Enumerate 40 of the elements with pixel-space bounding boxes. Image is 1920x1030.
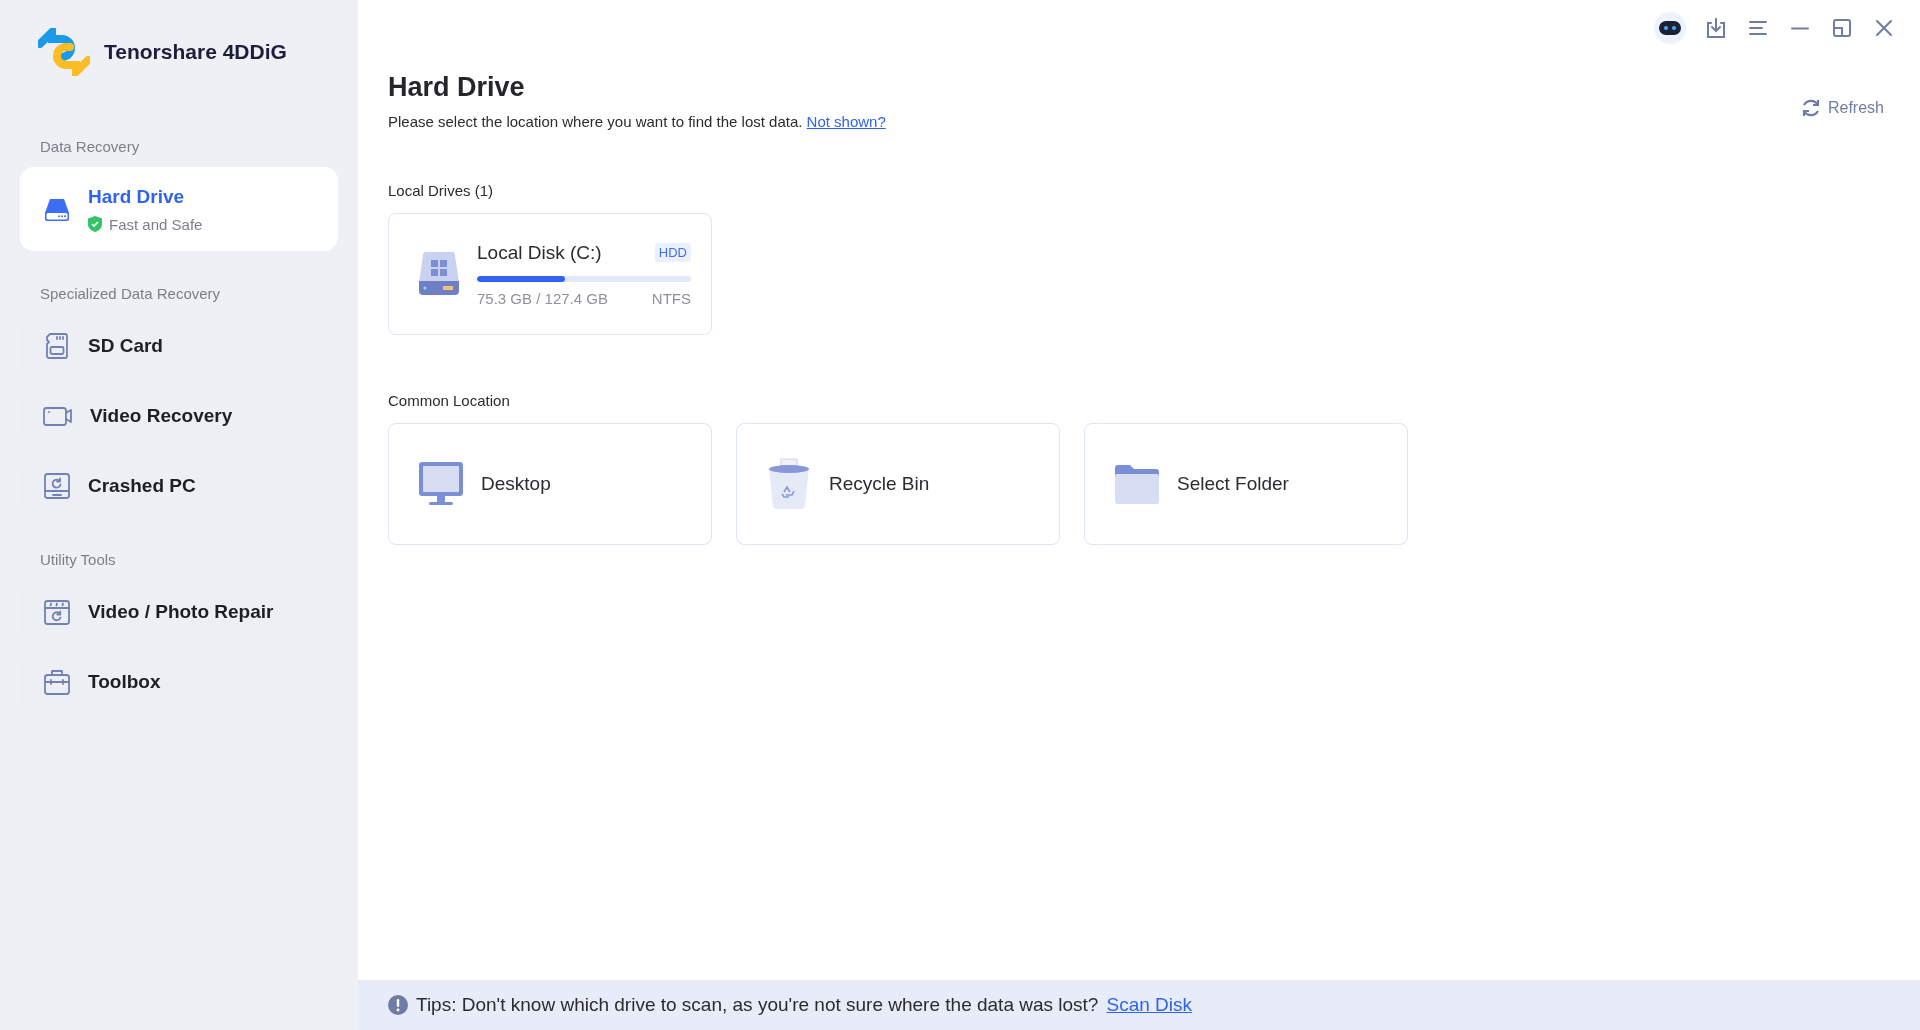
monitor-icon	[417, 460, 465, 508]
location-card[interactable]: Select Folder	[1084, 423, 1408, 545]
maximize-button[interactable]	[1830, 16, 1854, 40]
drive-icon	[417, 251, 461, 297]
file-system: NTFS	[651, 289, 691, 307]
app-name: Tenorshare 4DDiG	[104, 40, 287, 64]
section-heading: Specialized Data Recovery	[39, 285, 222, 302]
location-label: Recycle Bin	[829, 473, 930, 495]
section-heading: Utility Tools	[39, 551, 117, 568]
drive-usage: 75.3 GB / 127.4 GB	[477, 289, 608, 307]
download-icon	[1705, 17, 1727, 39]
nav-item-subtitle: Fast and Safe	[109, 215, 203, 233]
location-card[interactable]: Recycle Bin	[736, 423, 1060, 545]
folder-icon	[1113, 462, 1161, 506]
section-heading: Common Location	[388, 392, 511, 409]
tips-text: Tips: Don't know which drive to scan, as you're not sure where the data was lost?	[416, 994, 1099, 1016]
drive-name: Local Disk (C:)	[477, 241, 602, 264]
download-button[interactable]	[1704, 16, 1728, 40]
logo-icon	[38, 28, 90, 76]
page-title: Hard Drive	[388, 72, 526, 103]
assistant-button[interactable]	[1654, 12, 1686, 44]
nav-item[interactable]: Hard Drive Fast and Safe	[20, 167, 338, 251]
info-icon	[388, 995, 408, 1015]
location-label: Select Folder	[1177, 473, 1289, 495]
refresh-button[interactable]: Refresh	[1793, 96, 1890, 120]
page-description: Please select the location where you want to find the lost data. Not shown?	[388, 113, 886, 130]
not-shown-link[interactable]: Not shown?	[806, 113, 886, 130]
scan-disk-link[interactable]: Scan Disk	[1106, 994, 1192, 1016]
minimize-icon	[1791, 26, 1809, 30]
section-heading: Local Drives (1)	[388, 182, 495, 199]
computer-refresh-icon	[42, 470, 72, 501]
location-card[interactable]: Desktop	[388, 423, 712, 545]
drive-card[interactable]: Local Disk (C:) HDD 75.3 GB / 127.4 GB NTFS	[388, 213, 712, 335]
section-heading: Data Recovery	[39, 138, 141, 155]
drive-type-tag: HDD	[654, 243, 691, 262]
robot-icon	[1658, 19, 1682, 37]
close-icon	[1873, 17, 1895, 39]
shield-check-icon	[88, 216, 102, 232]
location-label: Desktop	[481, 473, 551, 495]
maximize-icon	[1831, 17, 1853, 39]
